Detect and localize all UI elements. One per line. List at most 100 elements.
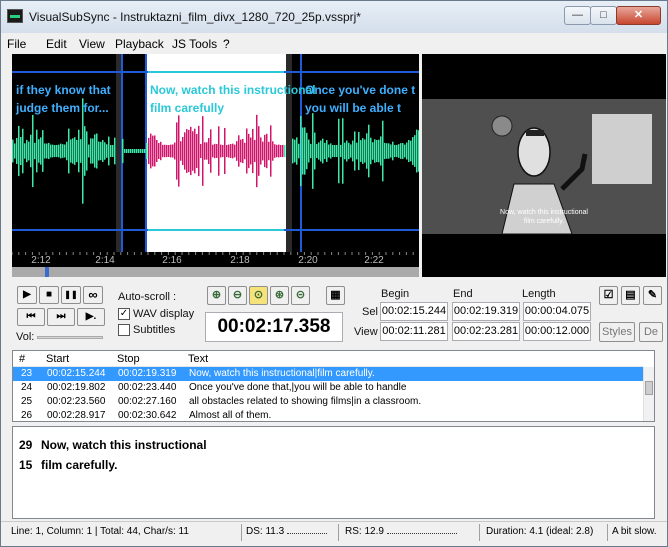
waveform-bar (278, 144, 280, 158)
styles-button[interactable]: Styles (599, 322, 635, 342)
waveform-bar (140, 149, 142, 153)
window-light (592, 114, 652, 184)
waveform-bar (108, 136, 110, 166)
sel-end-field[interactable]: 00:02:19.319 (452, 302, 520, 321)
waveform-bar (144, 149, 146, 153)
waveform-bar (398, 144, 400, 158)
waveform-bar (20, 136, 22, 166)
menu-bar: File Edit View Playback JS Tools ? (1, 34, 667, 52)
waveform-bar (194, 128, 196, 174)
row-text: all obstacles related to showing films|i… (189, 396, 422, 407)
waveform-bar (274, 144, 276, 158)
table-row[interactable]: 24 00:02:19.802 00:02:23.440 Once you've… (13, 381, 643, 395)
waveform-bar (410, 140, 412, 162)
selected-subtitle-text: film carefully (150, 101, 224, 115)
waveform-bar (214, 143, 216, 159)
stop-button[interactable]: ■ (39, 286, 59, 304)
view-length-field[interactable]: 00:00:12.000 (523, 322, 591, 341)
waveform-bar (318, 142, 320, 160)
minimize-button[interactable]: — (564, 6, 591, 25)
waveform-bar (162, 144, 164, 158)
waveform-bar (248, 133, 250, 169)
row-number: 25 (21, 396, 33, 407)
quality-status: A bit slow. (612, 526, 657, 537)
waveform-bar (152, 135, 154, 167)
waveform-bar (196, 133, 198, 169)
table-row[interactable]: 23 00:02:15.244 00:02:19.319 Now, watch … (13, 367, 643, 381)
menu-playback[interactable]: Playback (115, 37, 164, 51)
sel-begin-field[interactable]: 00:02:15.244 (380, 302, 448, 321)
list-scrollbar[interactable] (643, 367, 654, 421)
column-header-start[interactable]: Start (46, 353, 69, 365)
waveform-bar (102, 140, 104, 162)
menu-js-tools[interactable]: JS Tools (172, 37, 217, 51)
waveform-bar (22, 128, 24, 174)
play-to-end-button[interactable]: ▶. (77, 308, 105, 326)
column-header-text[interactable]: Text (188, 353, 208, 365)
menu-view[interactable]: View (79, 37, 105, 51)
checklist-icon[interactable]: ☑ (599, 286, 618, 305)
zoom-all-icon[interactable]: ⊝ (291, 286, 310, 305)
zoom-out-icon[interactable]: ⊖ (228, 286, 247, 305)
waveform-bar (320, 140, 322, 162)
waveform-bar (182, 136, 184, 166)
waveform-bar (184, 132, 186, 170)
next-button[interactable]: ⏭ (47, 308, 75, 326)
waveform-bar (262, 141, 264, 161)
waveform-bar (388, 143, 390, 159)
scroll-thumb[interactable] (45, 267, 49, 277)
wav-display-checkbox[interactable]: ✓ (118, 308, 130, 320)
sel-length-field[interactable]: 00:00:04.075 (523, 302, 591, 321)
subtitle-editor[interactable]: 29 15 Now, watch this instructional film… (12, 426, 655, 519)
waveform-bar (256, 114, 258, 188)
waveform-bar (358, 131, 360, 171)
error-check-icon[interactable]: ✎ (643, 286, 662, 305)
close-button[interactable]: ✕ (616, 6, 661, 25)
end-header: End (453, 288, 473, 300)
menu-help[interactable]: ? (223, 37, 230, 51)
waveform-bar (246, 128, 248, 174)
document-icon[interactable]: ▤ (621, 286, 640, 305)
waveform-scrollbar[interactable] (12, 267, 419, 277)
subtitles-checkbox[interactable] (118, 324, 130, 336)
waveform-bar (160, 141, 162, 161)
calendar-icon[interactable]: ▦ (326, 286, 345, 305)
column-header-number[interactable]: # (19, 353, 25, 365)
zoom-in-icon[interactable]: ⊕ (207, 286, 226, 305)
table-row[interactable]: 25 00:02:23.560 00:02:27.160 all obstacl… (13, 395, 643, 409)
waveform-bar (408, 139, 410, 163)
previous-button[interactable]: ⏮ (17, 308, 45, 326)
waveform-bar (402, 143, 404, 159)
waveform-bar (240, 139, 242, 163)
waveform-bar (54, 144, 56, 158)
list-scroll-thumb[interactable] (645, 381, 653, 395)
rs-gauge (387, 533, 457, 534)
zoom-selection-icon[interactable]: ⊙ (249, 286, 268, 305)
view-end-field[interactable]: 00:02:23.281 (452, 322, 520, 341)
column-header-stop[interactable]: Stop (117, 353, 140, 365)
delay-button[interactable]: De (639, 322, 663, 342)
waveform-bar (382, 120, 384, 182)
waveform-bar (412, 137, 414, 165)
menu-edit[interactable]: Edit (46, 37, 67, 51)
view-begin-field[interactable]: 00:02:11.281 (380, 322, 448, 341)
play-button[interactable]: ▶ (17, 286, 37, 304)
zoom-vertical-icon[interactable]: ⊛ (270, 286, 289, 305)
waveform-bar (378, 139, 380, 163)
volume-slider[interactable] (37, 336, 103, 339)
maximize-button[interactable]: □ (590, 6, 617, 25)
waveform-bar (198, 125, 200, 177)
waveform-bar (84, 126, 86, 176)
menu-file[interactable]: File (7, 37, 26, 51)
editor-content[interactable]: Now, watch this instructional film caref… (41, 435, 207, 475)
waveform-bar (370, 137, 372, 165)
line1-char-count: 29 (19, 438, 33, 452)
loop-button[interactable]: ∞ (83, 286, 103, 304)
waveform-bar (38, 139, 40, 163)
pause-button[interactable]: ❚❚ (61, 286, 81, 304)
table-row[interactable]: 26 00:02:28.917 00:02:30.642 Almost all … (13, 409, 643, 423)
row-text: Once you've done that,|you will be able … (189, 382, 407, 393)
waveform-display[interactable]: 2:12 2:14 2:16 2:18 2:20 2:22 if they kn… (12, 54, 419, 277)
cursor-position-status: Line: 1, Column: 1 | Total: 44, Char/s: … (11, 526, 189, 537)
waveform-bar (18, 125, 20, 177)
